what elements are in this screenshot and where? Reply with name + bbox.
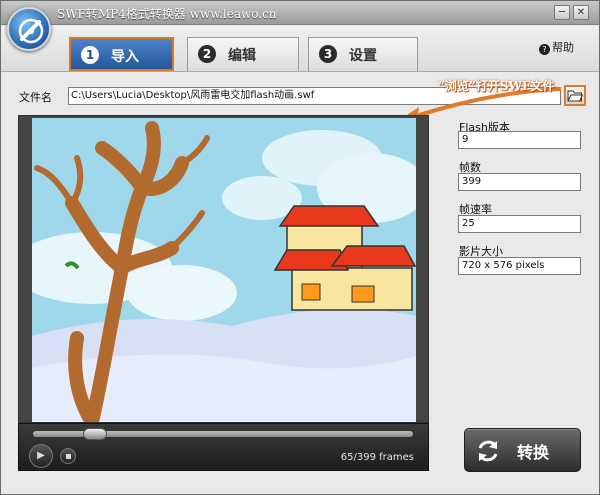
- help-label: 帮助: [552, 41, 574, 54]
- close-button[interactable]: ✕: [573, 5, 589, 20]
- browse-button[interactable]: [564, 85, 586, 106]
- step-number-badge: 1: [81, 46, 99, 64]
- step-number-badge: 3: [319, 45, 337, 63]
- title-bar: SWF转MP4格式转换器 www.leawo.cn ─ ✕: [1, 1, 599, 25]
- window-title: SWF转MP4格式转换器 www.leawo.cn: [57, 7, 277, 21]
- player-controls: ▶ 65/399 frames: [18, 423, 429, 471]
- stop-button[interactable]: [60, 448, 76, 464]
- movie-size-value: 720 x 576 pixels: [458, 257, 581, 275]
- step-number-badge: 2: [198, 45, 216, 63]
- frame-rate-value: 25: [458, 215, 581, 233]
- file-name-label: 文件名: [19, 91, 52, 104]
- frame-counter: 65/399 frames: [340, 452, 414, 463]
- tab-label: 编辑: [228, 48, 256, 64]
- frame-count-value: 399: [458, 173, 581, 191]
- tab-edit[interactable]: 2 编辑: [187, 37, 299, 71]
- play-button[interactable]: ▶: [29, 444, 53, 468]
- preview-frame-illustration: [32, 118, 416, 422]
- help-link[interactable]: ? 帮助: [539, 39, 574, 55]
- refresh-icon: [478, 440, 498, 462]
- tab-import[interactable]: 1 导入: [69, 37, 174, 71]
- seek-thumb[interactable]: [82, 428, 107, 440]
- flash-version-value: 9: [458, 131, 581, 149]
- tab-label: 设置: [349, 48, 377, 64]
- help-icon: ?: [539, 44, 550, 55]
- tab-label: 导入: [111, 49, 139, 65]
- video-preview: [18, 115, 429, 423]
- convert-button[interactable]: 转换: [464, 428, 581, 472]
- browse-callout-annotation: “浏览”打开SWF文件: [438, 79, 555, 93]
- film-reel-icon: [18, 18, 44, 44]
- convert-label: 转换: [517, 443, 550, 462]
- app-logo: [7, 7, 51, 51]
- minimize-button[interactable]: ─: [554, 5, 570, 20]
- tab-settings[interactable]: 3 设置: [308, 37, 418, 71]
- app-window: SWF转MP4格式转换器 www.leawo.cn ─ ✕ 1 导入 2 编辑 …: [0, 0, 600, 495]
- play-icon: ▶: [37, 450, 45, 461]
- folder-open-icon: [567, 90, 584, 102]
- tab-strip: 1 导入 2 编辑 3 设置 ? 帮助: [1, 26, 599, 72]
